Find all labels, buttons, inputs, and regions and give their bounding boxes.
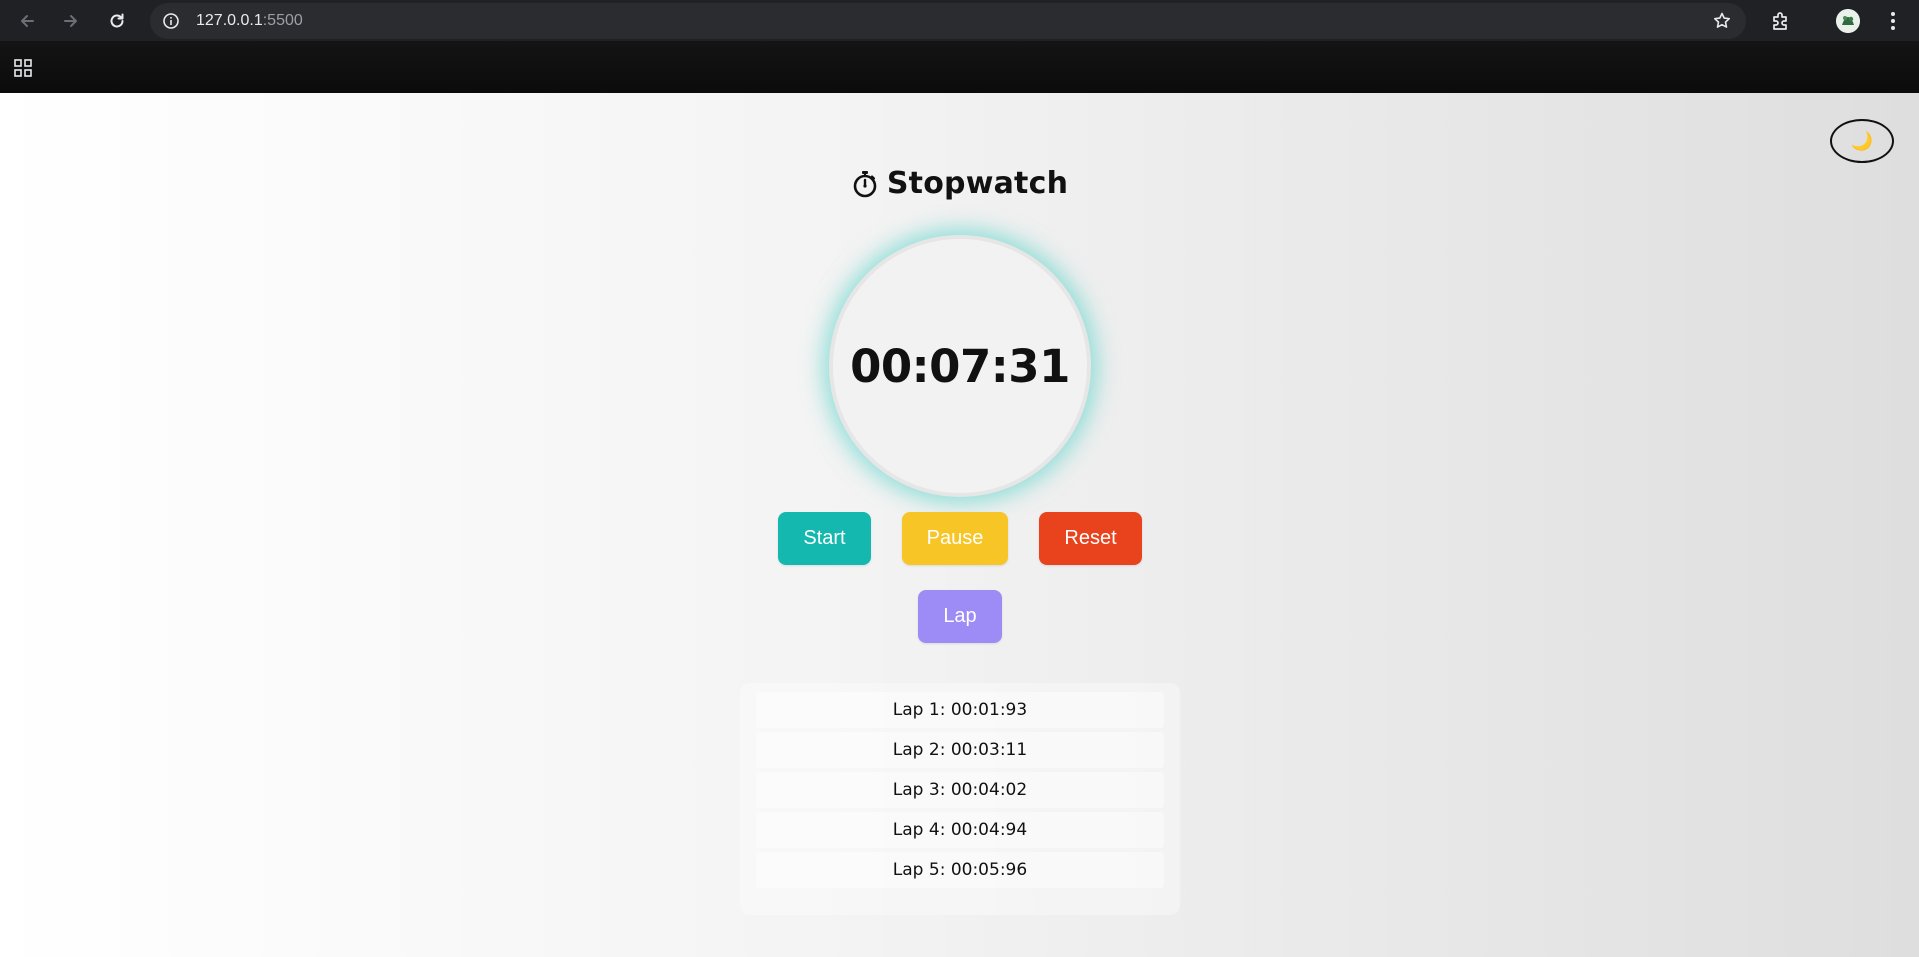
page-title: Stopwatch bbox=[0, 166, 1919, 201]
laps-list: Lap 1: 00:01:93 Lap 2: 00:03:11 Lap 3: 0… bbox=[740, 683, 1180, 915]
lap-item: Lap 3: 00:04:02 bbox=[756, 772, 1164, 808]
url-port: :5500 bbox=[262, 12, 303, 29]
bookmarks-bar bbox=[0, 41, 1919, 93]
back-arrow-icon[interactable] bbox=[14, 8, 40, 34]
theme-toggle-button[interactable]: 🌙 bbox=[1830, 119, 1894, 163]
url-host: 127.0.0.1 bbox=[196, 12, 263, 29]
start-button[interactable]: Start bbox=[778, 512, 871, 565]
forward-arrow-icon[interactable] bbox=[58, 8, 84, 34]
lap-item: Lap 5: 00:05:96 bbox=[756, 852, 1164, 888]
lap-item: Lap 4: 00:04:94 bbox=[756, 812, 1164, 848]
reload-icon[interactable] bbox=[104, 8, 130, 34]
stopwatch-page: 🌙 Stopwatch 00:07:31 Start Pause Reset L… bbox=[0, 93, 1919, 957]
avatar[interactable] bbox=[1836, 9, 1860, 33]
title-text: Stopwatch bbox=[886, 166, 1069, 201]
stopwatch-icon bbox=[851, 170, 879, 198]
time-display: 00:07:31 bbox=[850, 339, 1070, 393]
reset-button[interactable]: Reset bbox=[1039, 512, 1142, 565]
pause-button[interactable]: Pause bbox=[902, 512, 1008, 565]
kebab-menu-icon[interactable] bbox=[1880, 8, 1906, 34]
star-icon[interactable] bbox=[1712, 11, 1732, 31]
lap-button[interactable]: Lap bbox=[918, 590, 1002, 643]
moon-icon: 🌙 bbox=[1850, 131, 1874, 151]
address-bar[interactable]: 127.0.0.1:5500 bbox=[150, 3, 1746, 39]
lap-item: Lap 1: 00:01:93 bbox=[756, 692, 1164, 728]
puzzle-icon[interactable] bbox=[1768, 8, 1794, 34]
url-text: 127.0.0.1:5500 bbox=[196, 12, 303, 30]
info-icon[interactable] bbox=[162, 12, 180, 30]
lap-item: Lap 2: 00:03:11 bbox=[756, 732, 1164, 768]
apps-grid-icon[interactable] bbox=[12, 57, 34, 79]
browser-toolbar: 127.0.0.1:5500 bbox=[0, 0, 1919, 41]
timer-dial: 00:07:31 bbox=[829, 235, 1091, 497]
